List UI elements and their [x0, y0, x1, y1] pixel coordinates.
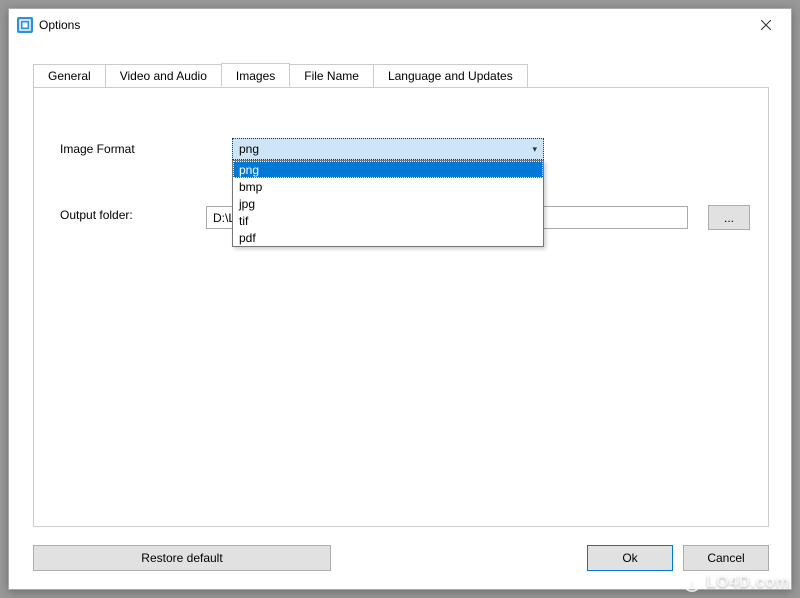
tabs: General Video and Audio Images File Name…	[33, 63, 769, 87]
tab-video-audio[interactable]: Video and Audio	[105, 64, 222, 88]
close-icon	[761, 20, 771, 30]
image-format-label: Image Format	[60, 142, 232, 156]
combo-option-bmp[interactable]: bmp	[233, 178, 543, 195]
image-format-value: png	[239, 142, 259, 156]
chevron-down-icon: ▾	[532, 144, 537, 155]
restore-default-button[interactable]: Restore default	[33, 545, 331, 571]
tab-panel-images: Image Format png ▾ png bmp jpg tif pdf	[33, 87, 769, 527]
ok-button[interactable]: Ok	[587, 545, 673, 571]
image-format-selected[interactable]: png ▾	[232, 138, 544, 160]
button-bar: Restore default Ok Cancel	[33, 545, 769, 571]
tab-language-updates[interactable]: Language and Updates	[373, 64, 528, 88]
combo-option-pdf[interactable]: pdf	[233, 229, 543, 246]
cancel-button[interactable]: Cancel	[683, 545, 769, 571]
watermark: ↓ LO4D.com	[683, 574, 790, 592]
image-format-combo[interactable]: png ▾ png bmp jpg tif pdf	[232, 138, 544, 160]
content-area: General Video and Audio Images File Name…	[33, 63, 769, 527]
app-icon	[17, 17, 33, 33]
browse-button-label: ...	[724, 211, 734, 225]
close-button[interactable]	[743, 10, 789, 40]
window-title: Options	[39, 18, 743, 32]
combo-option-jpg[interactable]: jpg	[233, 195, 543, 212]
image-format-dropdown: png bmp jpg tif pdf	[232, 160, 544, 247]
combo-option-png[interactable]: png	[233, 161, 543, 178]
options-dialog: Options General Video and Audio Images F…	[8, 8, 792, 590]
titlebar: Options	[9, 9, 791, 41]
tab-general[interactable]: General	[33, 64, 106, 88]
combo-option-tif[interactable]: tif	[233, 212, 543, 229]
watermark-icon: ↓	[683, 574, 701, 592]
watermark-text: LO4D.com	[706, 574, 790, 592]
tab-images[interactable]: Images	[221, 63, 290, 87]
browse-button[interactable]: ...	[708, 205, 750, 230]
tab-file-name[interactable]: File Name	[289, 64, 374, 88]
image-format-row: Image Format png ▾ png bmp jpg tif pdf	[60, 138, 544, 160]
